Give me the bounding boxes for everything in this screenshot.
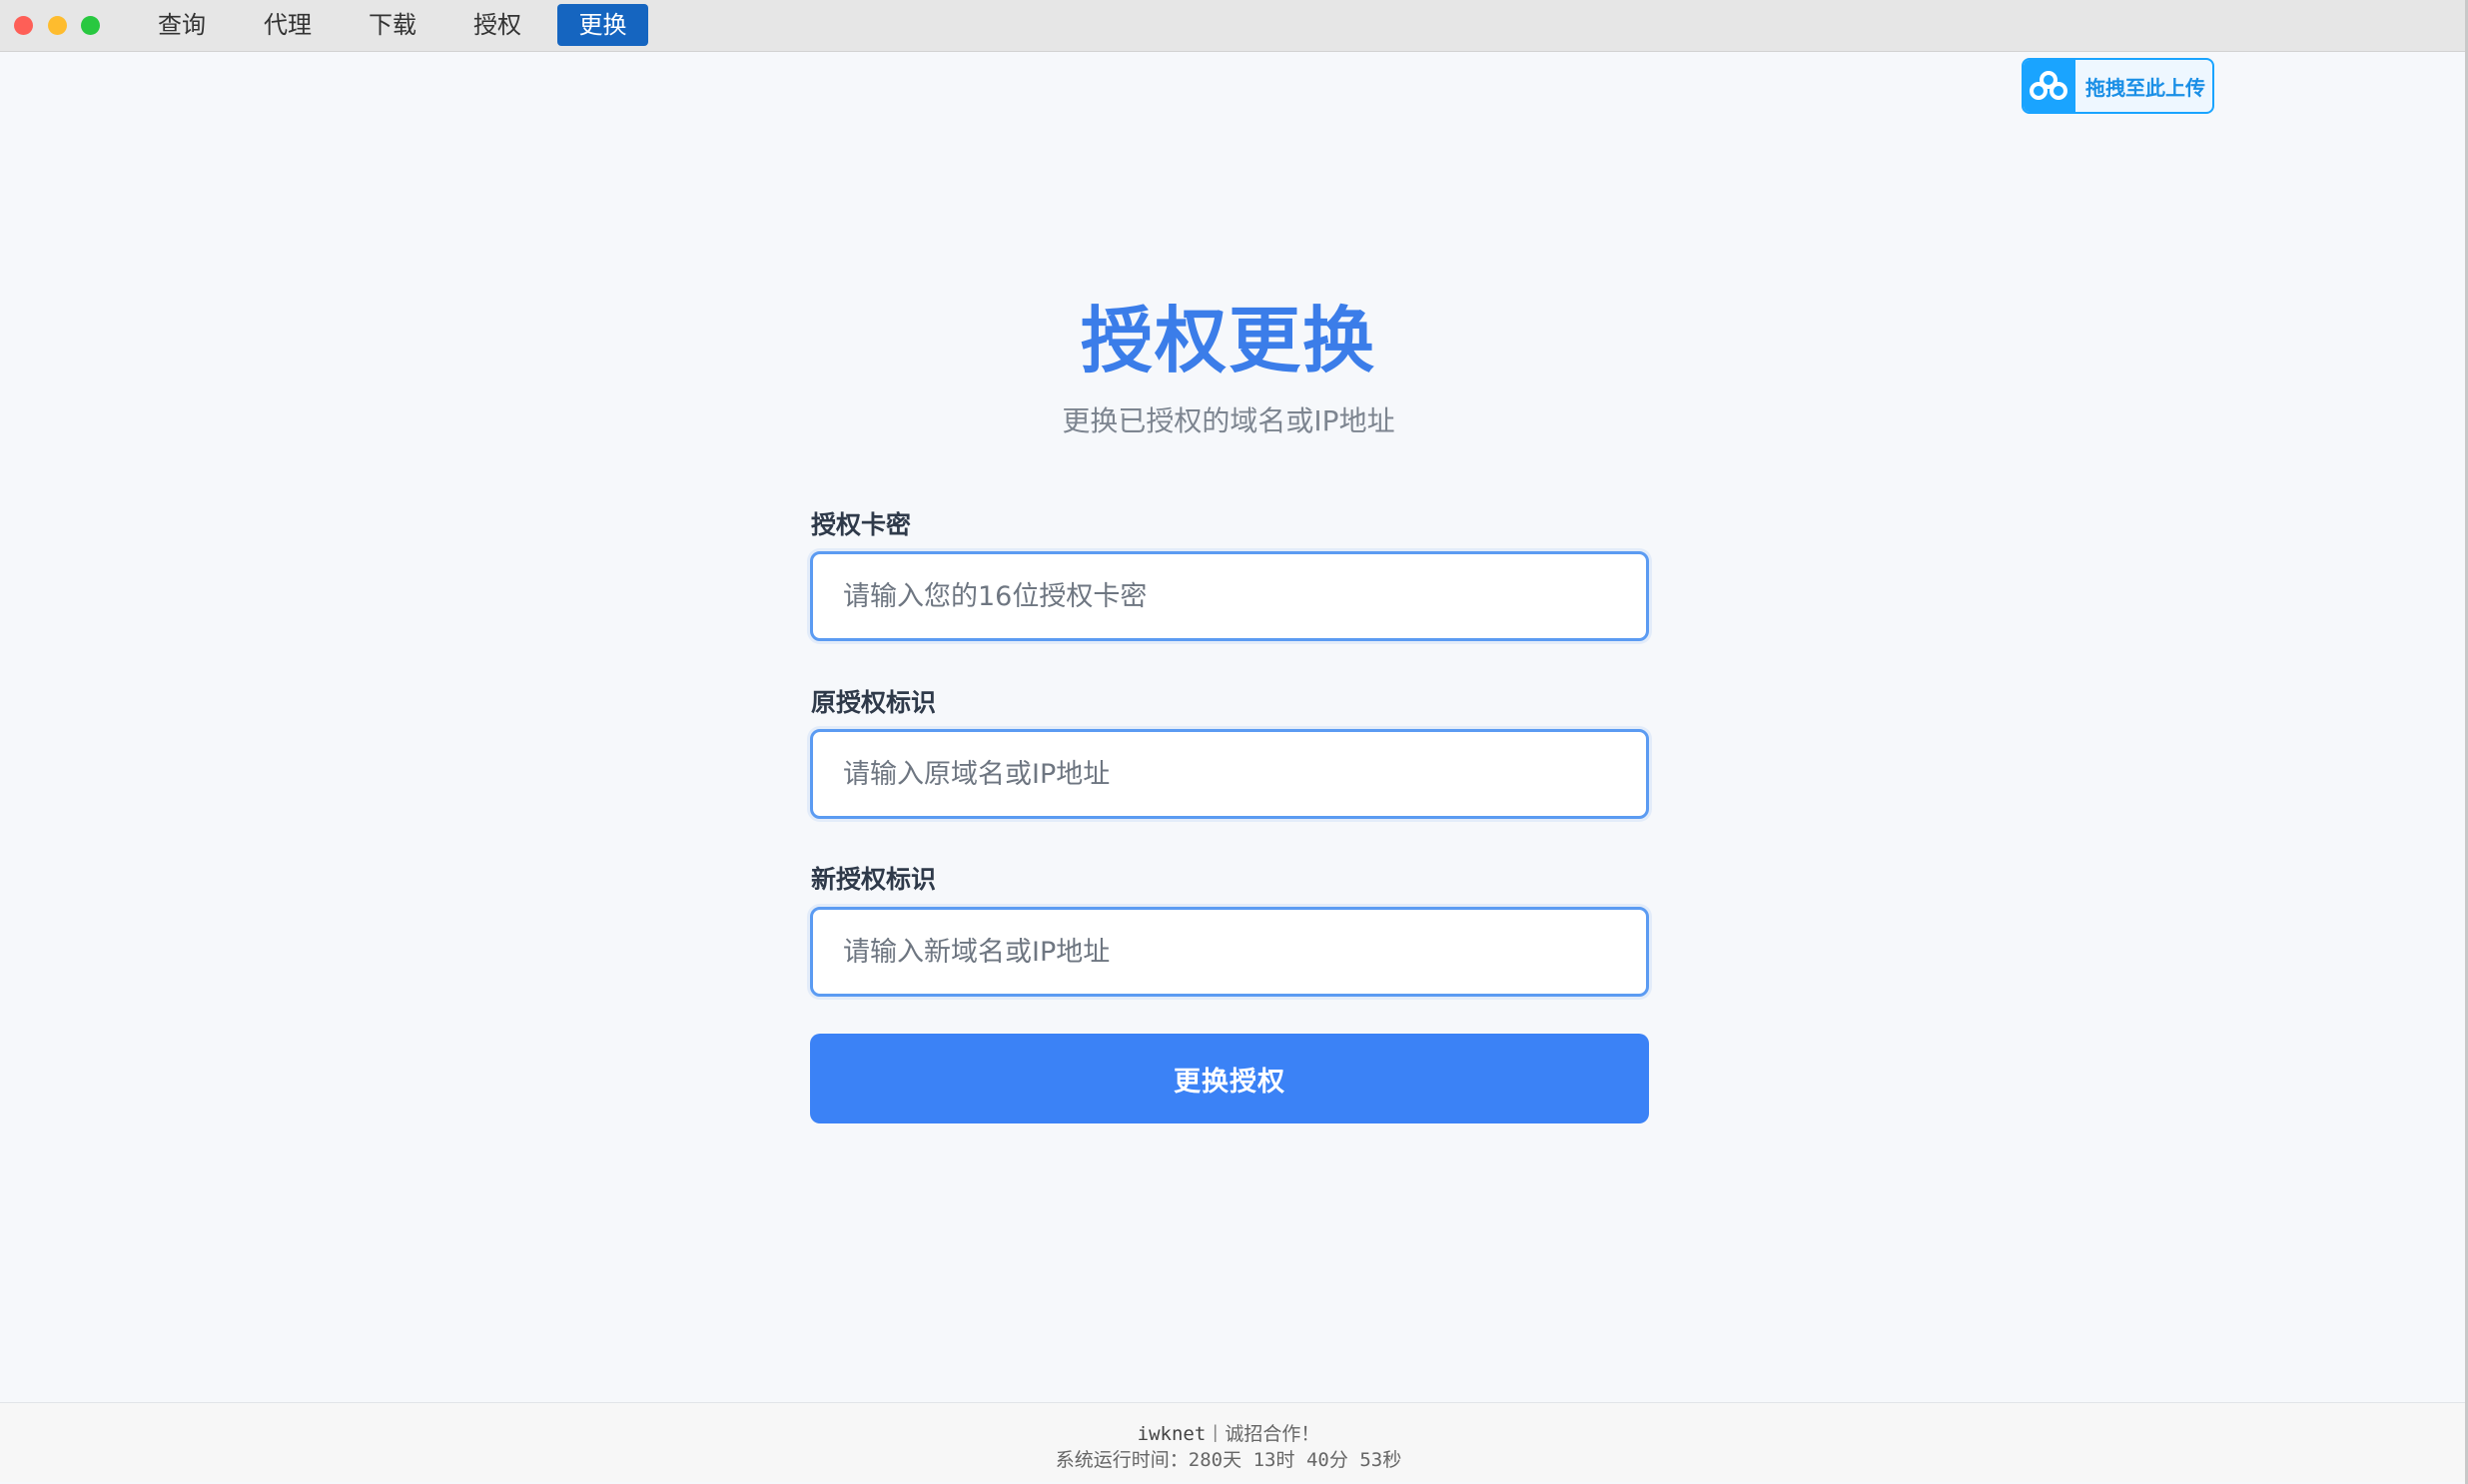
uptime-seconds: 53 bbox=[1359, 1449, 1383, 1471]
footer-separator: 丨 bbox=[1206, 1423, 1226, 1445]
footer-uptime: 系统运行时间：280天 13时 40分 53秒 bbox=[0, 1445, 2457, 1472]
uptime-days-unit: 天 bbox=[1223, 1449, 1242, 1471]
tab-query[interactable]: 查询 bbox=[150, 4, 214, 46]
window-maximize-button[interactable] bbox=[81, 16, 100, 35]
uptime-minutes-unit: 分 bbox=[1328, 1449, 1348, 1471]
uptime-hours-unit: 时 bbox=[1275, 1449, 1295, 1471]
page-title: 授权更换 bbox=[1080, 299, 1376, 382]
tab-replace[interactable]: 更换 bbox=[557, 4, 648, 46]
uptime-prefix: 系统运行时间： bbox=[1055, 1449, 1189, 1471]
upload-label: 拖拽至此上传 bbox=[2085, 75, 2205, 100]
uptime-minutes: 40 bbox=[1305, 1449, 1329, 1471]
page-subtitle: 更换已授权的域名或IP地址 bbox=[1062, 404, 1395, 437]
replace-authorization-button[interactable]: 更换授权 bbox=[810, 1034, 1649, 1123]
footer-slogan: 诚招合作！ bbox=[1225, 1423, 1320, 1445]
cloud-upload-icon bbox=[2024, 60, 2075, 112]
window-close-button[interactable] bbox=[14, 16, 33, 35]
tab-download[interactable]: 下载 bbox=[361, 4, 424, 46]
window-titlebar: 查询 代理 下载 授权 更换 bbox=[0, 0, 2468, 52]
new-identifier-input[interactable] bbox=[810, 907, 1649, 997]
footer: iwknet丨诚招合作！ 系统运行时间：280天 13时 40分 53秒 bbox=[0, 1402, 2465, 1482]
new-identifier-label: 新授权标识 bbox=[811, 865, 937, 894]
old-identifier-input[interactable] bbox=[810, 729, 1649, 819]
old-identifier-label: 原授权标识 bbox=[811, 688, 937, 717]
footer-brand-line: iwknet丨诚招合作！ bbox=[0, 1419, 2457, 1446]
card-key-label: 授权卡密 bbox=[811, 510, 912, 539]
drag-upload-button[interactable]: 拖拽至此上传 bbox=[2022, 58, 2214, 114]
tab-authorize[interactable]: 授权 bbox=[465, 4, 529, 46]
uptime-seconds-unit: 秒 bbox=[1382, 1449, 1402, 1471]
window-minimize-button[interactable] bbox=[48, 16, 67, 35]
tab-proxy[interactable]: 代理 bbox=[256, 4, 320, 46]
uptime-days: 280 bbox=[1188, 1449, 1224, 1471]
uptime-hours: 13 bbox=[1252, 1449, 1276, 1471]
card-key-input[interactable] bbox=[810, 551, 1649, 641]
footer-brand: iwknet bbox=[1137, 1423, 1207, 1445]
